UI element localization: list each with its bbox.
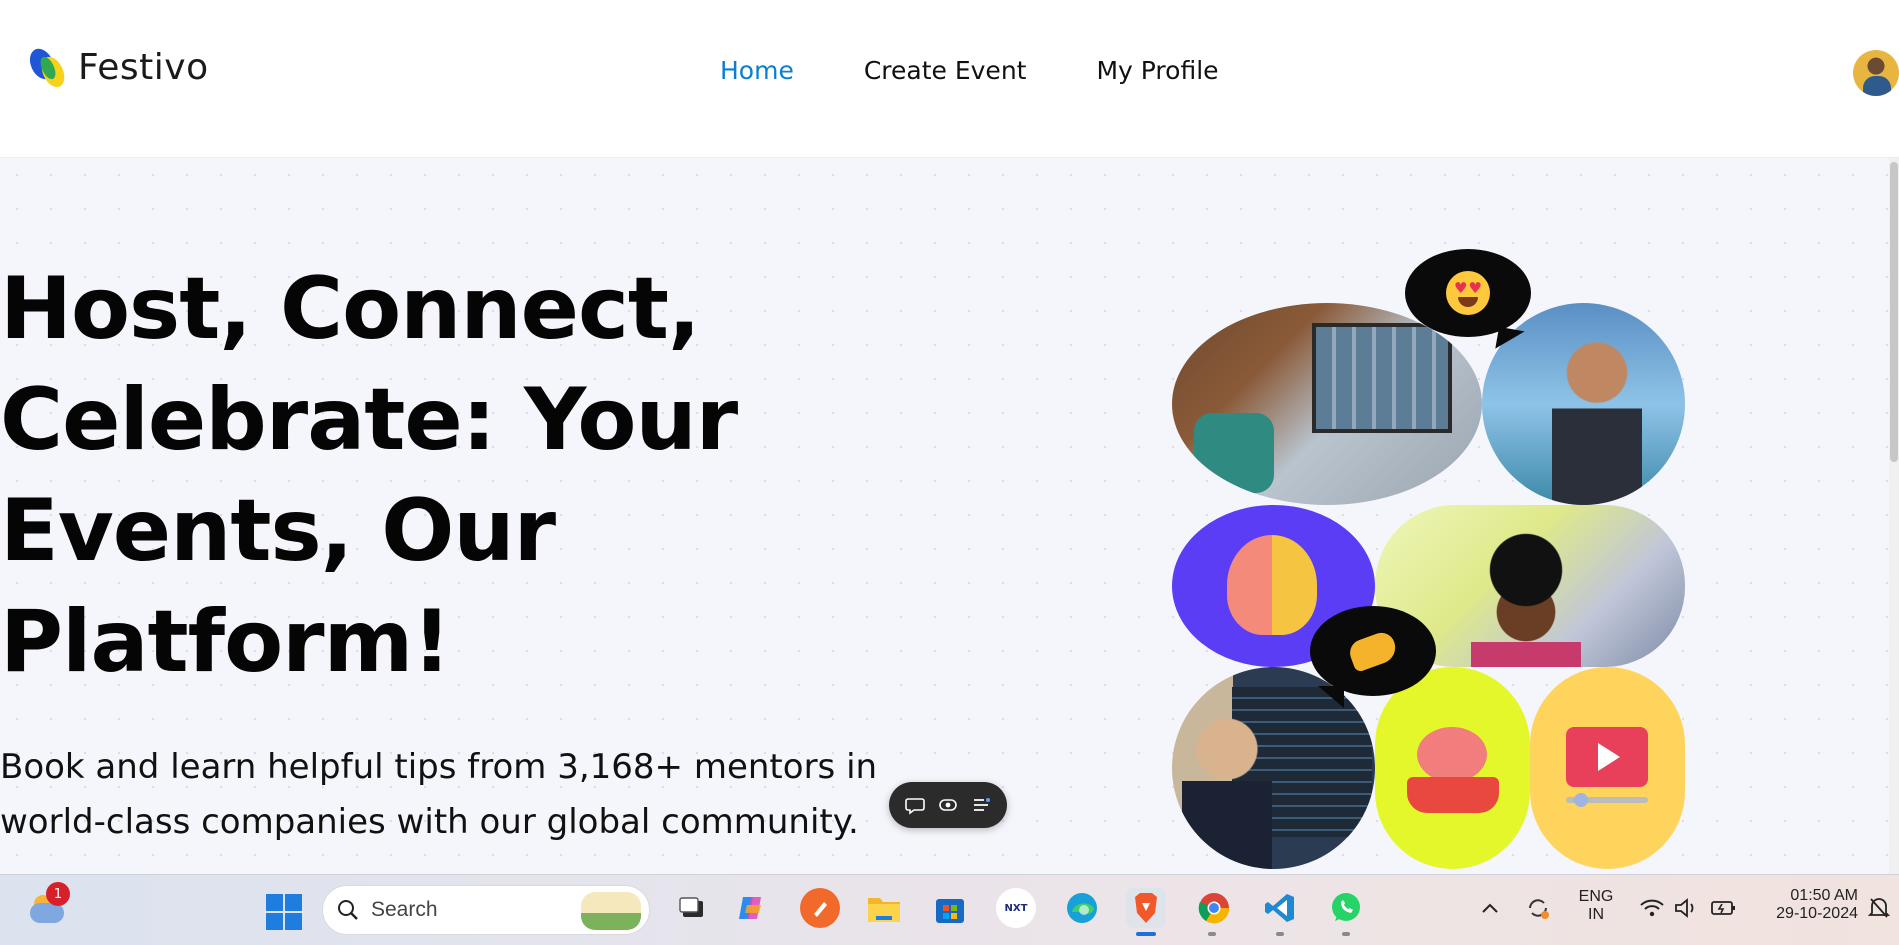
language-line-2: IN [1588, 906, 1604, 923]
person-silhouette [1471, 525, 1581, 667]
page-scrollbar[interactable] [1889, 158, 1899, 874]
play-icon [1566, 727, 1648, 787]
task-view-icon[interactable] [672, 888, 712, 928]
chrome-running-indicator [1208, 932, 1216, 936]
microsoft-store-icon[interactable] [930, 888, 970, 928]
brand-name: Festivo [78, 46, 209, 88]
hero-headline: Host, Connect, Celebrate: Your Events, O… [0, 259, 738, 692]
volume-icon[interactable] [1668, 888, 1704, 928]
laptop-screen-shape [1312, 323, 1452, 433]
windows-start-icon[interactable] [266, 894, 302, 930]
menu-icon[interactable] [968, 792, 994, 818]
battery-icon[interactable] [1706, 888, 1742, 928]
vscode-icon[interactable] [1260, 888, 1300, 928]
lightbulb-icon [1227, 535, 1317, 635]
brain-book-illustration [1375, 667, 1530, 869]
language-line-1: ENG [1578, 888, 1614, 905]
main-nav: Home Create Event My Profile [720, 56, 1289, 85]
clock-time: 01:50 AM [1790, 887, 1858, 904]
eye-icon[interactable] [935, 792, 961, 818]
pinching-hand-bubble [1310, 606, 1436, 708]
brand-logo[interactable]: Festivo [28, 42, 209, 92]
comment-icon[interactable] [902, 792, 928, 818]
floating-toolbar [889, 782, 1007, 828]
brave-icon[interactable] [1126, 888, 1166, 928]
vscode-running-indicator [1276, 932, 1284, 936]
clock-date: 29-10-2024 [1776, 905, 1858, 922]
sync-icon[interactable] [1520, 888, 1556, 928]
notification-badge: 1 [46, 882, 70, 906]
search-placeholder: Search [371, 898, 438, 921]
chevron-up-icon[interactable] [1472, 888, 1508, 928]
mug-shape [1194, 413, 1274, 493]
whatsapp-running-indicator [1342, 932, 1350, 936]
festivo-logo-icon [28, 42, 66, 92]
clock[interactable]: 01:50 AM 29-10-2024 [1752, 887, 1858, 923]
scrollbar-thumb[interactable] [1890, 162, 1898, 462]
notifications-bell-icon[interactable] [1862, 888, 1896, 928]
language-indicator[interactable]: ENG IN [1568, 888, 1624, 924]
nav-my-profile[interactable]: My Profile [1096, 56, 1218, 85]
nxtwave-icon[interactable]: NXT [996, 888, 1036, 928]
heart-eyes-bubble [1405, 249, 1531, 337]
user-avatar[interactable] [1853, 50, 1899, 96]
chrome-icon[interactable] [1194, 888, 1234, 928]
book-icon [1407, 777, 1499, 813]
brain-icon [1417, 727, 1487, 782]
taskbar-search[interactable]: Search [322, 885, 650, 935]
brave-active-indicator [1136, 932, 1156, 936]
file-explorer-icon[interactable] [864, 888, 904, 928]
person-silhouette [1552, 333, 1642, 505]
whatsapp-icon[interactable] [1326, 888, 1366, 928]
pen-app-icon[interactable] [800, 888, 840, 928]
nav-create-event[interactable]: Create Event [864, 56, 1027, 85]
person-silhouette [1182, 717, 1272, 869]
heart-eyes-emoji-icon [1446, 271, 1490, 315]
nav-home[interactable]: Home [720, 56, 794, 85]
progress-knob-shape [1574, 793, 1588, 807]
presenter-code-photo [1172, 667, 1375, 869]
hero-subtext: Book and learn helpful tips from 3,168+ … [0, 747, 878, 842]
site-header: Festivo Home Create Event My Profile [0, 0, 1899, 158]
video-call-laptop-photo [1172, 303, 1482, 505]
pinching-hand-emoji-icon [1346, 629, 1400, 673]
edge-icon[interactable] [1062, 888, 1102, 928]
search-icon [338, 900, 358, 920]
search-highlight-image [581, 892, 641, 930]
copilot-icon[interactable] [732, 888, 772, 928]
video-player-illustration [1530, 667, 1685, 869]
wifi-icon[interactable] [1634, 888, 1670, 928]
